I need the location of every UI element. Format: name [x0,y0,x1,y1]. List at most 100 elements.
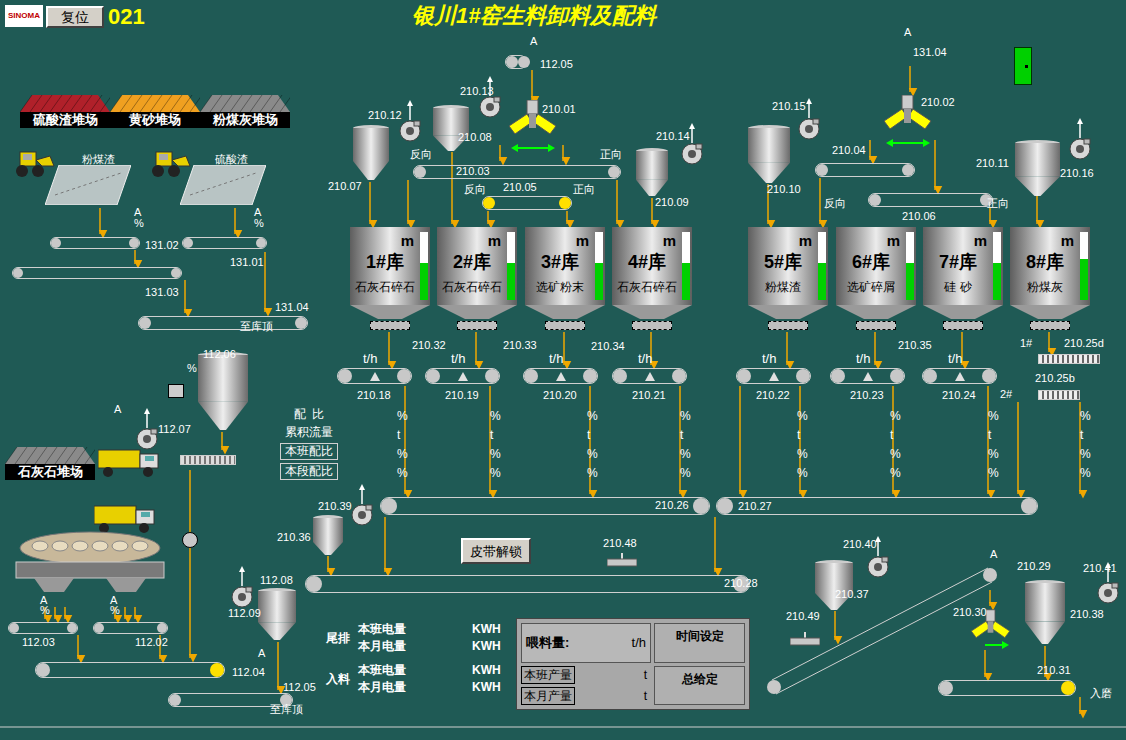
belt-conveyor[interactable] [8,622,78,634]
fan-icon[interactable] [230,566,254,608]
dust-collector-icon[interactable] [198,352,248,430]
belt-conveyor[interactable] [868,193,993,207]
plate-feeder[interactable] [180,455,236,465]
crusher-icon[interactable] [14,528,166,594]
weigh-feeder[interactable] [830,368,905,384]
silo-level-meter [1080,232,1088,300]
weigh-feeder[interactable] [425,368,500,384]
silo[interactable]: m5#库粉煤渣 [748,227,828,330]
equipment-tag: % [40,605,50,616]
damper-icon[interactable] [168,384,184,398]
dust-collector-icon[interactable] [313,515,343,555]
silo[interactable]: m3#库选矿粉末 [525,227,605,330]
weigh-feeder[interactable] [612,368,687,384]
belt-conveyor[interactable] [815,163,915,177]
equipment-tag: 210.14 [656,131,690,142]
energy-row: 本月电量KWH [358,680,501,694]
equipment-tag: % [110,605,120,616]
weigh-feeder[interactable] [523,368,598,384]
equipment-tag: 210.40 [843,539,877,550]
equipment-tag: 210.32 [412,340,446,351]
screw-conveyor[interactable] [1038,354,1100,364]
feeder-unit: t/h [856,352,870,365]
rotary-valve[interactable] [943,321,983,330]
time-setting-button[interactable]: 时间设定 [654,623,745,663]
dust-collector-icon[interactable] [815,560,853,610]
ratio-unit: % [797,465,808,481]
ratio-unit: % [587,465,598,481]
silo-cone-icon [836,305,916,319]
rotary-valve[interactable] [768,321,808,330]
dust-collector-icon[interactable] [258,588,296,640]
ratio-unit: % [1080,465,1091,481]
rotary-valve[interactable] [457,321,497,330]
belt-conveyor[interactable] [93,622,168,634]
dust-collector-icon[interactable] [353,125,389,180]
weigh-feeder[interactable] [337,368,412,384]
belt-conveyor[interactable] [182,237,267,249]
fan-icon[interactable] [1068,118,1092,160]
fan-icon[interactable] [135,408,159,450]
belt-conveyor[interactable] [413,165,621,179]
silo[interactable]: m8#库粉煤灰 [1010,227,1090,330]
stockpile: 石灰石堆场 [5,447,95,480]
belt-conveyor[interactable] [50,237,140,249]
ratio-unit: % [988,465,999,481]
equipment-tag: 112.08 [260,575,293,586]
equipment-tag: 210.07 [328,181,362,192]
belt-unlock-button[interactable]: 皮带解锁 [461,538,531,564]
rotary-valve[interactable] [856,321,896,330]
belt-conveyor[interactable] [505,55,527,69]
total-setpoint-button[interactable]: 总给定 [654,666,745,706]
energy-group: 入料本班电量KWH本月电量KWH [326,663,501,694]
equipment-tag: 正向 [573,184,595,195]
hmi-screen: SINOMA复位021银川1#窑生料卸料及配料硫酸渣堆场黄砂堆场粉煤灰堆场石灰石… [0,0,1126,740]
ratio-unit: % [680,446,691,462]
valve-icon[interactable] [182,532,198,548]
silo[interactable]: m1#库石灰石碎石 [350,227,430,330]
dust-collector-icon[interactable] [636,148,668,196]
feeder-unit: t/h [363,352,377,365]
fan-icon[interactable] [478,76,502,118]
equipment-tag: 粉煤渣 [82,154,115,165]
belt-conveyor[interactable] [938,680,1076,696]
fan-icon[interactable] [680,123,704,165]
equipment-tag: 210.05 [503,182,537,193]
ratio-unit: % [490,465,501,481]
ratio-column: %t%% [797,408,808,481]
dust-collector-icon[interactable] [433,105,469,151]
fan-icon[interactable] [350,484,374,526]
rotary-valve[interactable] [632,321,672,330]
equipment-tag: 210.15 [772,101,806,112]
belt-conveyor[interactable] [35,662,225,678]
belt-conveyor[interactable] [138,316,308,330]
direction-arrow-icon [511,143,555,153]
reset-button[interactable]: 复位 [46,6,104,28]
equipment-tag: 正向 [987,198,1009,209]
exit-door-icon[interactable] [1014,47,1032,85]
dust-collector-icon[interactable] [1025,580,1065,644]
equipment-tag: 210.37 [835,589,869,600]
silo[interactable]: m4#库石灰石碎石 [612,227,692,330]
rotary-valve[interactable] [370,321,410,330]
belt-conveyor[interactable] [305,575,750,593]
equipment-tag: 反向 [464,184,486,195]
screw-conveyor[interactable] [1038,390,1080,400]
rotary-valve[interactable] [1030,321,1070,330]
stockpile-icon [20,95,110,112]
equipment-tag: 210.24 [942,390,976,401]
belt-conveyor[interactable] [482,196,572,210]
equipment-tag: 210.26 [655,500,689,511]
weigh-feeder[interactable] [736,368,811,384]
fan-icon[interactable] [398,100,422,142]
rotary-valve[interactable] [545,321,585,330]
equipment-tag: 正向 [600,149,622,160]
dust-collector-icon[interactable] [748,125,790,183]
silo[interactable]: m2#库石灰石碎石 [437,227,517,330]
dust-collector-icon[interactable] [1015,140,1060,196]
belt-conveyor[interactable] [12,267,182,279]
silo[interactable]: m7#库硅 砂 [923,227,1003,330]
weigh-feeder[interactable] [922,368,997,384]
equipment-tag: 210.25b [1035,373,1075,384]
silo[interactable]: m6#库选矿碎屑 [836,227,916,330]
